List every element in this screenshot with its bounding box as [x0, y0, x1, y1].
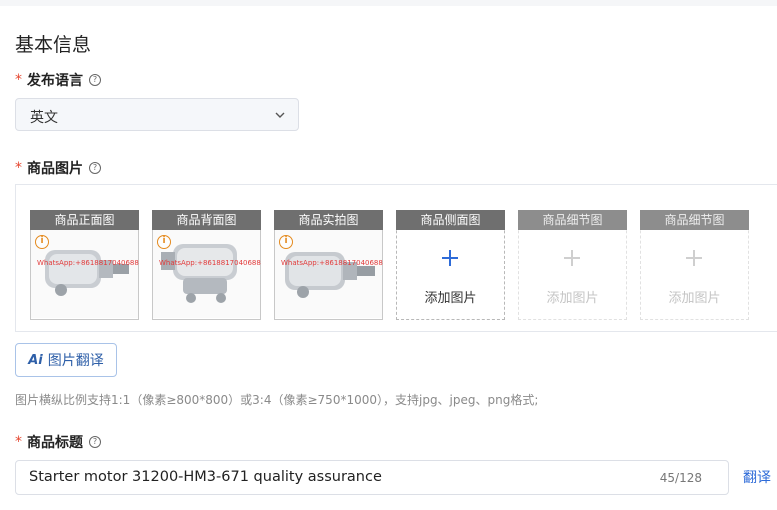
- image-slot-real[interactable]: 商品实拍图 i WhatsApp:+8618817040688: [274, 210, 383, 320]
- warning-icon: i: [279, 235, 293, 249]
- slot-title: 商品正面图: [30, 210, 139, 230]
- section-title: 基本信息: [15, 34, 92, 56]
- product-title-value: Starter motor 31200-HM3-671 quality assu…: [29, 469, 382, 485]
- image-slot-detail-2: 商品细节图 添加图片: [640, 210, 749, 320]
- image-slot-back[interactable]: 商品背面图 i WhatsApp:+8618817040688: [152, 210, 261, 320]
- image-upload-area: 商品正面图 i WhatsApp:+8618817040688 商品背面图 i …: [15, 184, 777, 332]
- required-mark: *: [15, 434, 22, 450]
- slot-title: 商品细节图: [640, 210, 749, 230]
- translate-link[interactable]: 翻译: [743, 467, 771, 487]
- image-slot-front[interactable]: 商品正面图 i WhatsApp:+8618817040688: [30, 210, 139, 320]
- image-translate-button[interactable]: Ai 图片翻译: [15, 343, 117, 377]
- slot-title: 商品细节图: [518, 210, 627, 230]
- add-image-label: 添加图片: [668, 291, 721, 306]
- image-slot-detail-1: 商品细节图 添加图片: [518, 210, 627, 320]
- basic-info-card: 基本信息 * 发布语言 ? 英文 * 商品图片 ? 商品正面图 i WhatsA…: [0, 6, 777, 510]
- image-slot-side[interactable]: 商品侧面图 添加图片: [396, 210, 505, 320]
- image-translate-label: 图片翻译: [47, 353, 104, 369]
- question-circle-icon[interactable]: ?: [89, 436, 101, 448]
- language-label: 发布语言: [27, 73, 83, 89]
- language-select-value: 英文: [30, 110, 58, 126]
- question-circle-icon[interactable]: ?: [89, 162, 101, 174]
- language-select[interactable]: 英文: [15, 98, 299, 131]
- language-label-row: * 发布语言 ?: [15, 70, 101, 90]
- images-label: 商品图片: [27, 161, 83, 177]
- required-mark: *: [15, 160, 22, 176]
- char-count: 45/128: [659, 471, 702, 485]
- watermark-text: WhatsApp:+8618817040688: [281, 259, 383, 267]
- required-mark: *: [15, 72, 22, 88]
- slot-title: 商品实拍图: [274, 210, 383, 230]
- add-image-label: 添加图片: [424, 291, 477, 306]
- warning-icon: i: [35, 235, 49, 249]
- plus-icon: [442, 250, 458, 266]
- chevron-down-icon: [275, 112, 285, 118]
- title-label: 商品标题: [27, 435, 83, 451]
- title-label-row: * 商品标题 ?: [15, 432, 101, 452]
- slot-title: 商品背面图: [152, 210, 261, 230]
- plus-icon: [686, 250, 702, 266]
- warning-icon: i: [157, 235, 171, 249]
- images-label-row: * 商品图片 ?: [15, 158, 101, 178]
- add-image-label: 添加图片: [546, 291, 599, 306]
- image-requirements-hint: 图片横纵比例支持1:1（像素≥800*800）或3:4（像素≥750*1000）…: [15, 393, 539, 407]
- product-title-input[interactable]: Starter motor 31200-HM3-671 quality assu…: [15, 460, 729, 495]
- question-circle-icon[interactable]: ?: [89, 74, 101, 86]
- watermark-text: WhatsApp:+8618817040688: [37, 259, 139, 267]
- ai-icon: Ai: [28, 352, 43, 368]
- slot-title: 商品侧面图: [396, 210, 505, 230]
- watermark-text: WhatsApp:+8618817040688: [159, 259, 261, 267]
- plus-icon: [564, 250, 580, 266]
